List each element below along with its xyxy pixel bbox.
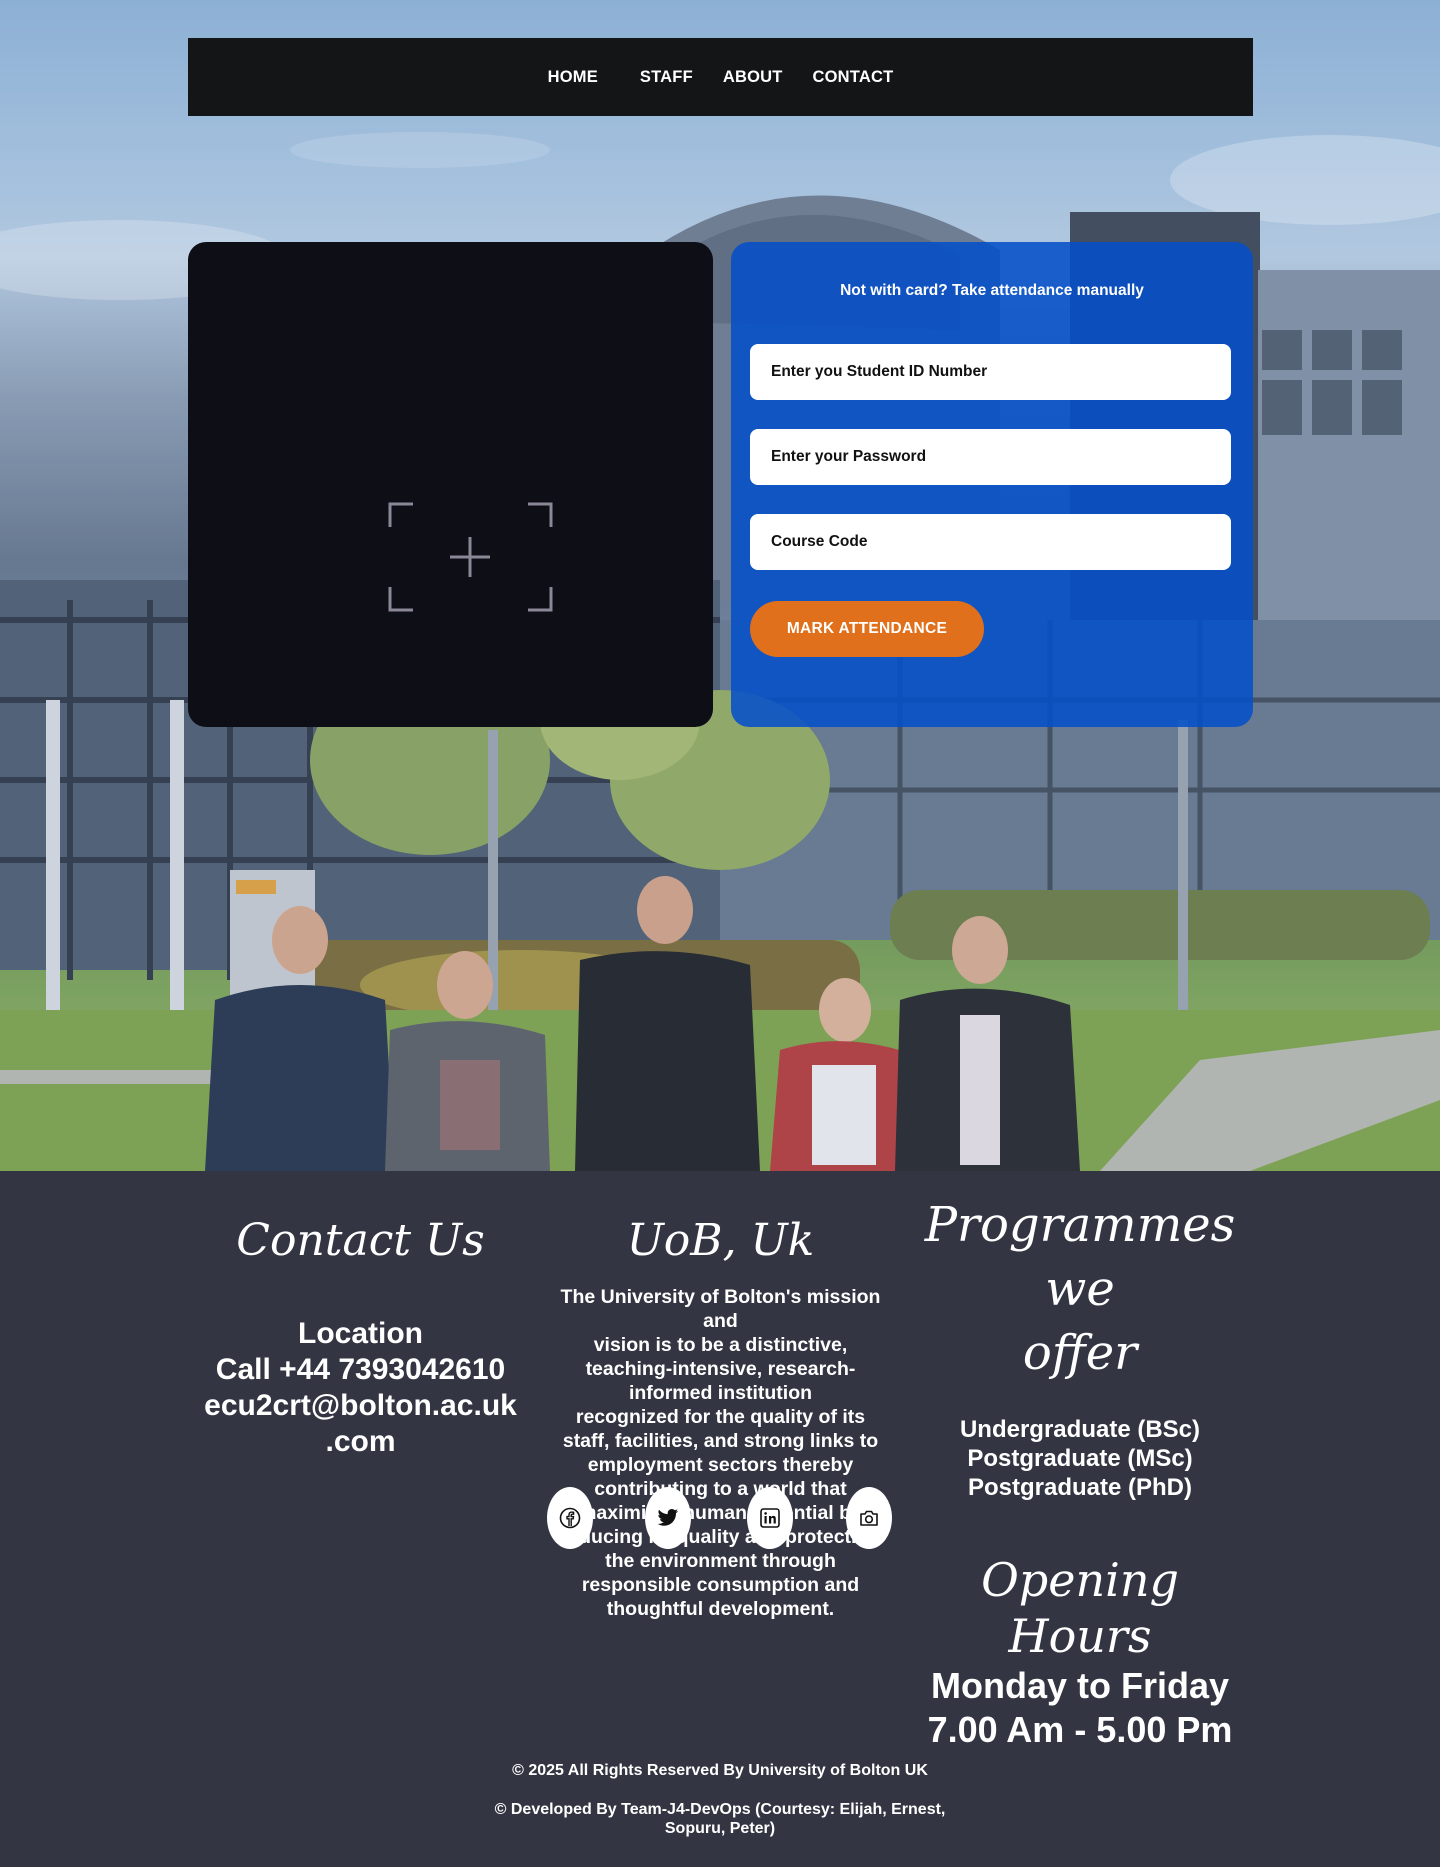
programmes-heading: Programmes we offer [905,1193,1255,1385]
scan-frame-icon [388,502,553,612]
programmes-heading-line1: Programmes we [924,1197,1236,1317]
programmes-list: Undergraduate (BSc) Postgraduate (MSc) P… [905,1415,1255,1502]
password-placeholder: Enter your Password [771,448,927,465]
manual-form-title: Not with card? Take attendance manually [840,282,1144,299]
student-id-input[interactable]: Enter you Student ID Number [750,344,1231,400]
linkedin-icon [760,1508,780,1528]
linkedin-link[interactable] [747,1487,793,1549]
twitter-icon [657,1509,679,1526]
mission-line: recognized for the quality of its [575,1406,866,1428]
developed-by-line2: Sopuru, Peter) [664,1820,776,1837]
programme-item: Postgraduate (PhD) [967,1474,1192,1501]
nav-staff-link[interactable]: STAFF [640,68,693,87]
opening-hours-heading: Opening Hours [981,1553,1179,1663]
email-text-line2[interactable]: .com [188,1424,533,1460]
uob-heading: UoB, Uk [626,1215,815,1266]
mission-line: and [703,1310,738,1332]
contact-us-heading: Contact Us [236,1215,485,1266]
mission-line: the environment through [605,1550,836,1572]
card-scanner-panel[interactable] [188,242,713,727]
student-id-placeholder: Enter you Student ID Number [771,363,988,380]
programme-item: Undergraduate (BSc) [959,1416,1201,1443]
mark-attendance-button[interactable]: MARK ATTENDANCE [750,601,984,657]
location-text: Location [298,1317,423,1350]
phone-text[interactable]: Call +44 7393042610 [188,1352,533,1388]
nav-home-link[interactable]: HOME [548,68,598,87]
social-links [547,1487,893,1549]
mission-line: employment sectors thereby [587,1454,854,1476]
opening-time: 7.00 Am - 5.00 Pm [927,1709,1233,1750]
mission-line: thoughtful development. [606,1598,835,1620]
password-input[interactable]: Enter your Password [750,429,1231,485]
programme-item: Postgraduate (MSc) [967,1445,1193,1472]
course-code-input[interactable]: Course Code [750,514,1231,570]
mission-statement: The University of Bolton's mission and v… [548,1285,893,1621]
facebook-icon [559,1507,581,1529]
uob-column: UoB, Uk The University of Bolton's missi… [548,1211,893,1621]
programmes-column: Programmes we offer Undergraduate (BSc) … [905,1193,1255,1752]
email-text-line1[interactable]: ecu2crt@bolton.ac.uk [188,1388,533,1424]
mission-line: responsible consumption and [581,1574,860,1596]
mission-line: The University of Bolton's mission [560,1286,881,1308]
mission-line: vision is to be a distinctive, [593,1334,848,1356]
twitter-link[interactable] [645,1487,691,1549]
programmes-heading-line2: offer [1022,1325,1138,1381]
mission-line: informed institution [628,1382,813,1404]
nav-about-link[interactable]: ABOUT [723,68,783,87]
contact-us-column: Contact Us Location Call +44 7393042610 … [188,1211,533,1460]
developed-by-text: © Developed By Team-J4-DevOps (Courtesy:… [470,1800,970,1838]
facebook-link[interactable] [547,1487,593,1549]
copyright-text: © 2025 All Rights Reserved By University… [512,1762,928,1779]
developed-by-line1: © Developed By Team-J4-DevOps (Courtesy:… [494,1801,946,1818]
mission-line: staff, facilities, and strong links to [562,1430,879,1452]
mission-line: teaching-intensive, research- [585,1358,856,1380]
hero-background: HOME STAFF ABOUT CONTACT Not with card? … [0,0,1440,1171]
opening-days: Monday to Friday [930,1665,1230,1706]
top-navbar: HOME STAFF ABOUT CONTACT [188,38,1253,116]
manual-attendance-form: Not with card? Take attendance manually … [731,242,1253,727]
instagram-link[interactable] [846,1487,892,1549]
nav-contact-link[interactable]: CONTACT [813,68,894,87]
course-code-placeholder: Course Code [771,533,868,550]
camera-icon [860,1510,878,1526]
